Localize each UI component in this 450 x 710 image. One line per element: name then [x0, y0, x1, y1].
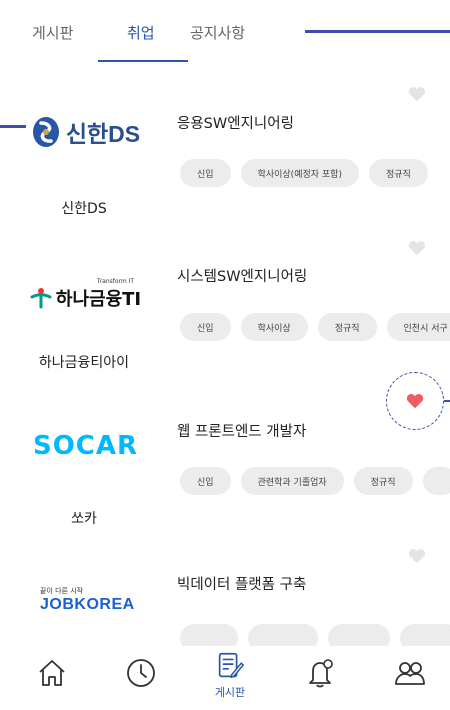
people-icon [395, 662, 425, 685]
company-logo: Transform IT 하나금융TI [18, 274, 153, 314]
heart-filled-icon[interactable] [406, 393, 424, 409]
tag-chip: 학사이상 [240, 313, 308, 341]
tab-board[interactable]: 게시판 [32, 22, 73, 43]
nav-clock[interactable] [111, 656, 171, 706]
job-card[interactable]: 끝이 다른 시작 JOBKOREA 빅데이터 플랫폼 구축 [0, 524, 450, 646]
tag-list: 신입 학사이상(예정자 포함) 정규직 [180, 159, 428, 187]
tag-chip [180, 624, 238, 646]
logo-subtext: Transform IT [96, 277, 135, 285]
company-name: 하나금융티아이 [38, 355, 130, 371]
tag-chip [328, 624, 390, 646]
nav-home[interactable] [22, 656, 82, 706]
tag-chip: 정규직 [368, 159, 428, 187]
company-logo: SOCAR [18, 426, 153, 466]
tag-chip [400, 624, 450, 646]
job-title[interactable]: 시스템SW엔지니어링 [177, 265, 307, 286]
hana-symbol-icon [30, 287, 52, 308]
tag-chip: 신입 [180, 467, 231, 495]
company-logo: 끝이 다른 시작 JOBKOREA [40, 580, 150, 620]
nav-board[interactable]: 게시판 [200, 650, 260, 700]
clock-icon [127, 659, 155, 687]
like-button-highlight[interactable] [386, 372, 444, 430]
bottom-nav: 게시판 [0, 646, 450, 710]
tag-chip: 인천시 서구 [386, 313, 450, 341]
tag-list [180, 624, 450, 646]
nav-notifications[interactable] [290, 656, 350, 706]
tag-list: 신입 관련학과 기졸업자 정규직 [180, 467, 450, 495]
heart-icon[interactable] [408, 548, 426, 564]
logo-text: SOCAR [32, 431, 139, 461]
logo-text: 신한DS [65, 121, 141, 147]
job-card[interactable]: 신한DS 신한DS 응용SW엔지니어링 신입 학사이상(예정자 포함) 정규직 [0, 62, 450, 217]
logo-text: 하나금융TI [55, 288, 142, 310]
tag-chip: 정규직 [317, 313, 377, 341]
board-icon [218, 652, 244, 679]
top-tab-bar: 게시판 취업 공지사항 [0, 0, 450, 62]
tag-chip: 학사이상(예정자 포함) [240, 159, 359, 187]
nav-community[interactable] [380, 656, 440, 706]
heart-icon[interactable] [408, 240, 426, 256]
annotation-line [305, 30, 450, 33]
logo-text: JOBKOREA [40, 596, 135, 613]
tag-list: 신입 학사이상 정규직 인천시 서구 [180, 313, 450, 341]
shinhan-symbol-icon [32, 117, 59, 147]
tab-jobs[interactable]: 취업 [127, 22, 155, 43]
job-title[interactable]: 응용SW엔지니어링 [177, 112, 294, 133]
tag-chip [422, 467, 450, 495]
tag-chip: 관련학과 기졸업자 [240, 467, 344, 495]
tag-chip: 신입 [180, 313, 231, 341]
tag-chip [248, 624, 318, 646]
nav-board-label: 게시판 [214, 686, 246, 699]
job-title[interactable]: 웹 프론트엔드 개발자 [177, 420, 306, 441]
job-list[interactable]: 신한DS 신한DS 응용SW엔지니어링 신입 학사이상(예정자 포함) 정규직 … [0, 62, 450, 646]
logo-subtext: 끝이 다른 시작 [40, 587, 84, 595]
company-logo: 신한DS [18, 112, 153, 152]
annotation-line [444, 400, 450, 402]
heart-icon[interactable] [408, 86, 426, 102]
job-card[interactable]: Transform IT 하나금융TI 하나금융티아이 시스템SW엔지니어링 신… [0, 216, 450, 371]
job-title[interactable]: 빅데이터 플랫폼 구축 [177, 573, 306, 594]
home-icon [39, 660, 65, 686]
tag-chip: 정규직 [353, 467, 413, 495]
tab-notices[interactable]: 공지사항 [190, 22, 245, 43]
tag-chip: 신입 [180, 159, 231, 187]
job-card[interactable]: SOCAR 쏘카 웹 프론트엔드 개발자 신입 관련학과 기졸업자 정규직 [0, 370, 450, 527]
annotation-line [0, 125, 26, 128]
company-name: 신한DS [61, 201, 107, 217]
bell-icon [309, 659, 333, 688]
